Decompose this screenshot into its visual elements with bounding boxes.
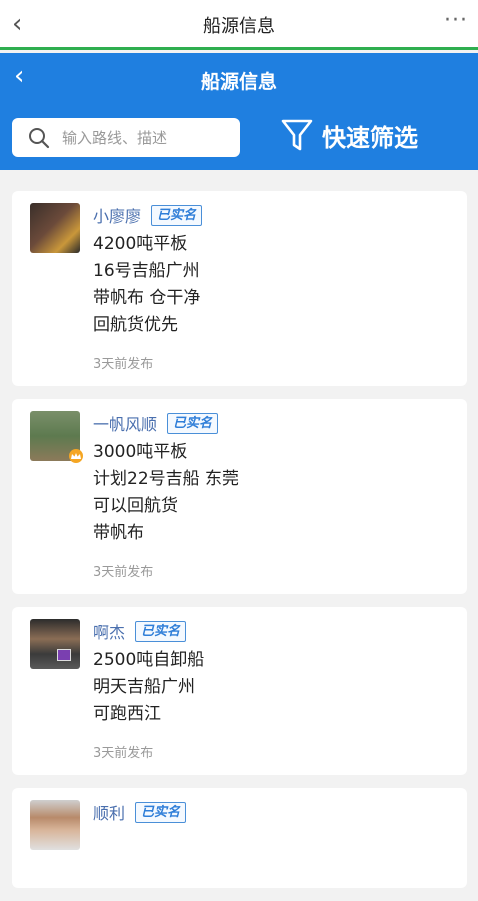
search-placeholder: 输入路线、描述	[62, 129, 168, 147]
user-name[interactable]: 一帆风顺	[93, 411, 157, 435]
card-line: 3000吨平板	[93, 442, 188, 462]
ship-source-list: 小廖廖 已实名 4200吨平板 16号吉船广州 带帆布 仓干净 回航货优先 3天…	[12, 191, 467, 901]
post-time: 3天前发布	[93, 357, 154, 372]
quick-filter-label: 快速筛选	[322, 123, 418, 152]
card-line: 带帆布	[93, 523, 144, 543]
list-item[interactable]: 顺利 已实名	[12, 788, 467, 888]
verified-badge: 已实名	[151, 204, 203, 226]
card-line: 2500吨自卸船	[93, 650, 205, 670]
card-line: 带帆布 仓干净	[93, 288, 201, 308]
card-line: 可跑西江	[93, 704, 161, 724]
outer-title: 船源信息	[203, 16, 275, 37]
verified-badge: 已实名	[167, 412, 219, 434]
list-item[interactable]: 啊杰 已实名 2500吨自卸船 明天吉船广州 可跑西江 3天前发布	[12, 607, 467, 775]
card-line: 4200吨平板	[93, 234, 188, 254]
list-item[interactable]: 小廖廖 已实名 4200吨平板 16号吉船广州 带帆布 仓干净 回航货优先 3天…	[12, 191, 467, 386]
user-name[interactable]: 小廖廖	[93, 203, 141, 227]
card-line: 16号吉船广州	[93, 261, 200, 281]
avatar[interactable]	[30, 203, 80, 253]
quick-filter-button[interactable]: 快速筛选	[280, 117, 418, 153]
verified-badge: 已实名	[135, 620, 187, 642]
card-line: 回航货优先	[93, 315, 178, 335]
page-header: ‹ 船源信息 输入路线、描述 快速筛选	[0, 53, 478, 170]
post-time: 3天前发布	[93, 746, 154, 761]
page-title: 船源信息	[200, 71, 277, 93]
search-icon	[29, 127, 50, 148]
more-dots-icon[interactable]: ···	[444, 8, 468, 33]
post-time: 3天前发布	[93, 565, 154, 580]
user-name[interactable]: 顺利	[93, 800, 125, 824]
avatar[interactable]	[30, 619, 80, 669]
card-line: 明天吉船广州	[93, 677, 195, 697]
search-input[interactable]: 输入路线、描述	[12, 118, 240, 157]
card-line: 可以回航货	[93, 496, 178, 516]
verified-badge: 已实名	[135, 801, 187, 823]
outer-app-bar: ‹ 船源信息 ···	[0, 0, 478, 50]
filter-icon	[281, 119, 313, 151]
avatar[interactable]	[30, 800, 80, 850]
user-name[interactable]: 啊杰	[93, 619, 125, 643]
crown-icon	[69, 449, 83, 463]
list-item[interactable]: 一帆风顺 已实名 3000吨平板 计划22号吉船 东莞 可以回航货 带帆布 3天…	[12, 399, 467, 594]
card-line: 计划22号吉船 东莞	[93, 469, 240, 489]
